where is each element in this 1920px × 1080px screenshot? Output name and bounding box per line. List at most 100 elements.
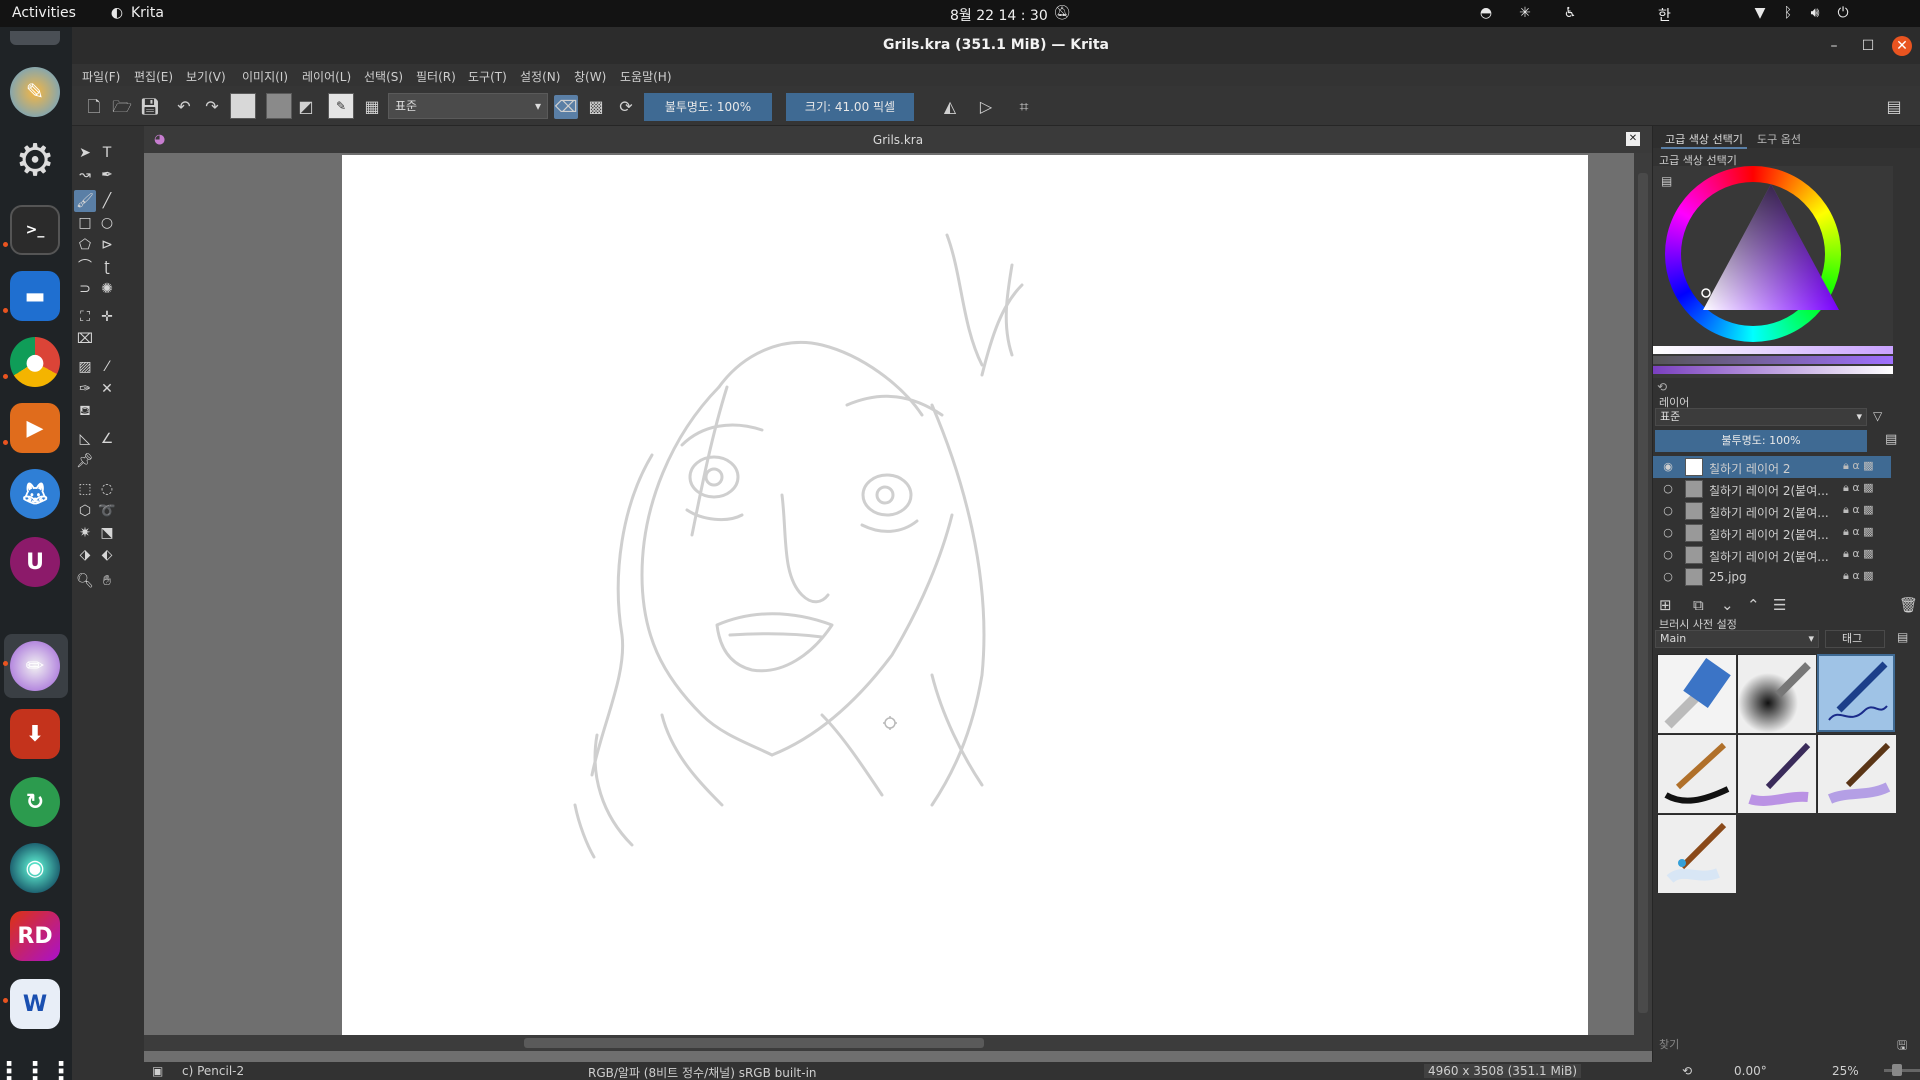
opacity-slider[interactable]: 불투명도: 100% — [644, 93, 772, 121]
layer-lock-alpha-icons[interactable]: 🔒︎ α ▩ — [1843, 503, 1874, 517]
move-tool-icon[interactable]: ✛ — [96, 306, 118, 328]
saturation-slider[interactable] — [1653, 356, 1893, 364]
input-method-indicator[interactable]: 한 — [1658, 5, 1671, 25]
polygon-select-tool-icon[interactable]: ⬡ — [74, 500, 96, 522]
saturation-triangle[interactable] — [1653, 166, 1893, 346]
color-selector-panel[interactable]: ▤ — [1653, 166, 1893, 378]
krita-dock-icon[interactable]: ✏ — [10, 641, 60, 691]
clock[interactable]: 8월 22 14 : 30 — [950, 5, 1048, 25]
mirror-vertical-icon[interactable]: ▷ — [974, 95, 998, 119]
close-icon[interactable]: ✕ — [1892, 36, 1912, 56]
show-apps-icon[interactable]: ⋮⋮⋮ — [0, 1047, 74, 1080]
menu-tools[interactable]: 도구(T) — [468, 68, 507, 85]
polygon-tool-icon[interactable]: ⬠ — [74, 234, 96, 256]
brush-search-input[interactable]: 찾기 — [1655, 1036, 1867, 1054]
move-layer-up-icon[interactable]: ⌃ — [1747, 596, 1760, 614]
freehand-path-tool-icon[interactable]: ʈ — [96, 256, 118, 278]
menu-file[interactable]: 파일(F) — [82, 68, 120, 85]
similar-select-tool-icon[interactable]: ⬔ — [96, 522, 118, 544]
vertical-scroll-thumb[interactable] — [1638, 173, 1648, 1013]
text-tool-icon[interactable]: T — [96, 142, 118, 164]
layer-properties-icon[interactable]: ▤ — [1885, 432, 1897, 447]
brush-preset-watercolor-purple[interactable] — [1737, 734, 1816, 813]
fox-app-icon[interactable]: 🦊︎ — [10, 469, 60, 519]
zoom-tool-icon[interactable]: 🔍︎ — [74, 570, 96, 592]
bezier-select-tool-icon[interactable]: ⬗ — [74, 544, 96, 566]
brush-tag-select[interactable]: Main ▾ — [1655, 630, 1819, 648]
brush-preset-watercolor-blue[interactable] — [1657, 814, 1736, 893]
layer-row[interactable]: ○ 25.jpg 🔒︎ α ▩ — [1653, 566, 1891, 588]
menu-help[interactable]: 도움말(H) — [620, 68, 672, 85]
layer-lock-alpha-icons[interactable]: 🔒︎ α ▩ — [1843, 569, 1874, 583]
zoom-slider[interactable] — [1884, 1069, 1920, 1072]
gradient-preset-button[interactable] — [230, 93, 256, 119]
accessibility-icon[interactable]: ♿︎ — [1561, 4, 1579, 22]
layer-settings-icon[interactable]: ☰ — [1773, 596, 1786, 614]
layer-row[interactable]: ○ 칠하기 레이어 2(붙여... 🔒︎ α ▩ — [1653, 478, 1891, 500]
freehand-brush-tool-icon[interactable]: 🖌︎ — [74, 190, 96, 212]
brush-preset-ink[interactable] — [1657, 734, 1736, 813]
menu-image[interactable]: 이미지(I) — [242, 68, 288, 85]
horizontal-scroll-thumb[interactable] — [524, 1038, 984, 1048]
wrap-around-icon[interactable]: ⌗ — [1012, 95, 1036, 119]
layer-row[interactable]: ○ 칠하기 레이어 2(붙여... 🔒︎ α ▩ — [1653, 522, 1891, 544]
volume-icon[interactable]: 🔊︎ — [1806, 4, 1824, 22]
open-folder-icon[interactable]: 🗁 — [110, 95, 134, 119]
layer-blend-select[interactable]: 표준 ▾ — [1655, 408, 1867, 426]
video-player-icon[interactable]: ▶ — [10, 403, 60, 453]
visibility-eye-icon[interactable]: ○ — [1661, 504, 1675, 518]
tab-tool-options[interactable]: 도구 옵션 — [1757, 131, 1801, 147]
wps-writer-icon[interactable]: W — [10, 979, 60, 1029]
color-picker-tool-icon[interactable]: ⁄ — [96, 356, 118, 378]
rotation-value[interactable]: 0.00° — [1734, 1064, 1767, 1078]
document-tab[interactable]: ◕ Grils.kra ✕ — [144, 126, 1652, 153]
files-icon[interactable]: ▬ — [10, 271, 60, 321]
layer-lock-alpha-icons[interactable]: 🔒︎ α ▩ — [1843, 459, 1874, 473]
preserve-alpha-icon[interactable]: ▩ — [584, 95, 608, 119]
brush-view-options-icon[interactable]: ▤ — [1897, 630, 1908, 644]
color-history-icon[interactable]: ⟲ — [1657, 380, 1667, 394]
menu-settings[interactable]: 설정(N) — [520, 68, 560, 85]
layer-row[interactable]: ○ 칠하기 레이어 2(붙여... 🔒︎ α ▩ — [1653, 500, 1891, 522]
transform-tool-icon[interactable]: ⛶ — [74, 306, 96, 328]
save-icon[interactable]: 💾︎ — [138, 95, 162, 119]
fill-tool-icon[interactable]: ⛾ — [74, 400, 96, 422]
multibrush-tool-icon[interactable]: ✺ — [96, 278, 118, 300]
bezier-tool-icon[interactable]: ⌒ — [74, 256, 96, 278]
window-titlebar[interactable]: Grils.kra (351.1 MiB) — Krita – ☐ ✕ — [72, 27, 1920, 64]
settings-gear-icon[interactable]: ⚙ — [10, 135, 60, 186]
layer-filter-icon[interactable]: ▽ — [1873, 409, 1882, 423]
value-slider[interactable] — [1653, 346, 1893, 354]
brush-settings-icon[interactable]: ▦ — [360, 95, 384, 119]
layer-lock-alpha-icons[interactable]: 🔒︎ α ▩ — [1843, 547, 1874, 561]
freehand-select-tool-icon[interactable]: ➰ — [96, 500, 118, 522]
layer-row[interactable]: ○ 칠하기 레이어 2(붙여... 🔒︎ α ▩ — [1653, 544, 1891, 566]
line-tool-icon[interactable]: ╱ — [96, 190, 118, 212]
menu-edit[interactable]: 편집(E) — [134, 68, 173, 85]
wifi-icon[interactable]: ▼ — [1751, 4, 1769, 22]
inkscape-icon[interactable]: ✎ — [10, 67, 60, 117]
dynamic-brush-tool-icon[interactable]: ⊃ — [74, 278, 96, 300]
workspace-chooser-icon[interactable]: ▤ — [1882, 95, 1906, 119]
measure-tool-icon[interactable]: ∠ — [96, 428, 118, 450]
smart-patch-tool-icon[interactable]: ✕ — [96, 378, 118, 400]
selection-indicator-icon[interactable]: ▣ — [152, 1064, 163, 1078]
lightness-slider[interactable] — [1653, 366, 1893, 374]
select-shapes-tool-icon[interactable]: ➤ — [74, 142, 96, 164]
layer-row[interactable]: ◉ 칠하기 레이어 2 🔒︎ α ▩ — [1653, 456, 1891, 478]
duplicate-layer-icon[interactable]: ⧉ — [1693, 596, 1704, 614]
tab-color-selector[interactable]: 고급 색상 선택기 — [1661, 131, 1747, 149]
menu-view[interactable]: 보기(V) — [186, 68, 226, 85]
visibility-eye-icon[interactable]: ○ — [1661, 548, 1675, 562]
reload-preset-icon[interactable]: ⟳ — [614, 95, 638, 119]
contiguous-select-tool-icon[interactable]: ✷ — [74, 522, 96, 544]
crop-tool-icon[interactable]: ⌧ — [74, 328, 96, 350]
rider-icon[interactable]: RD — [10, 911, 60, 961]
visibility-eye-icon[interactable]: ◉ — [1661, 460, 1675, 474]
new-document-icon[interactable]: 🗋 — [82, 95, 106, 119]
blend-mode-select[interactable]: 표준 ▾ — [388, 93, 548, 119]
layer-opacity-slider[interactable]: 불투명도: 100% — [1655, 430, 1867, 452]
colorize-mask-tool-icon[interactable]: ✑ — [74, 378, 96, 400]
color-tray-icon[interactable]: ✳ — [1516, 4, 1534, 22]
chrome-icon[interactable]: ● — [10, 337, 60, 387]
